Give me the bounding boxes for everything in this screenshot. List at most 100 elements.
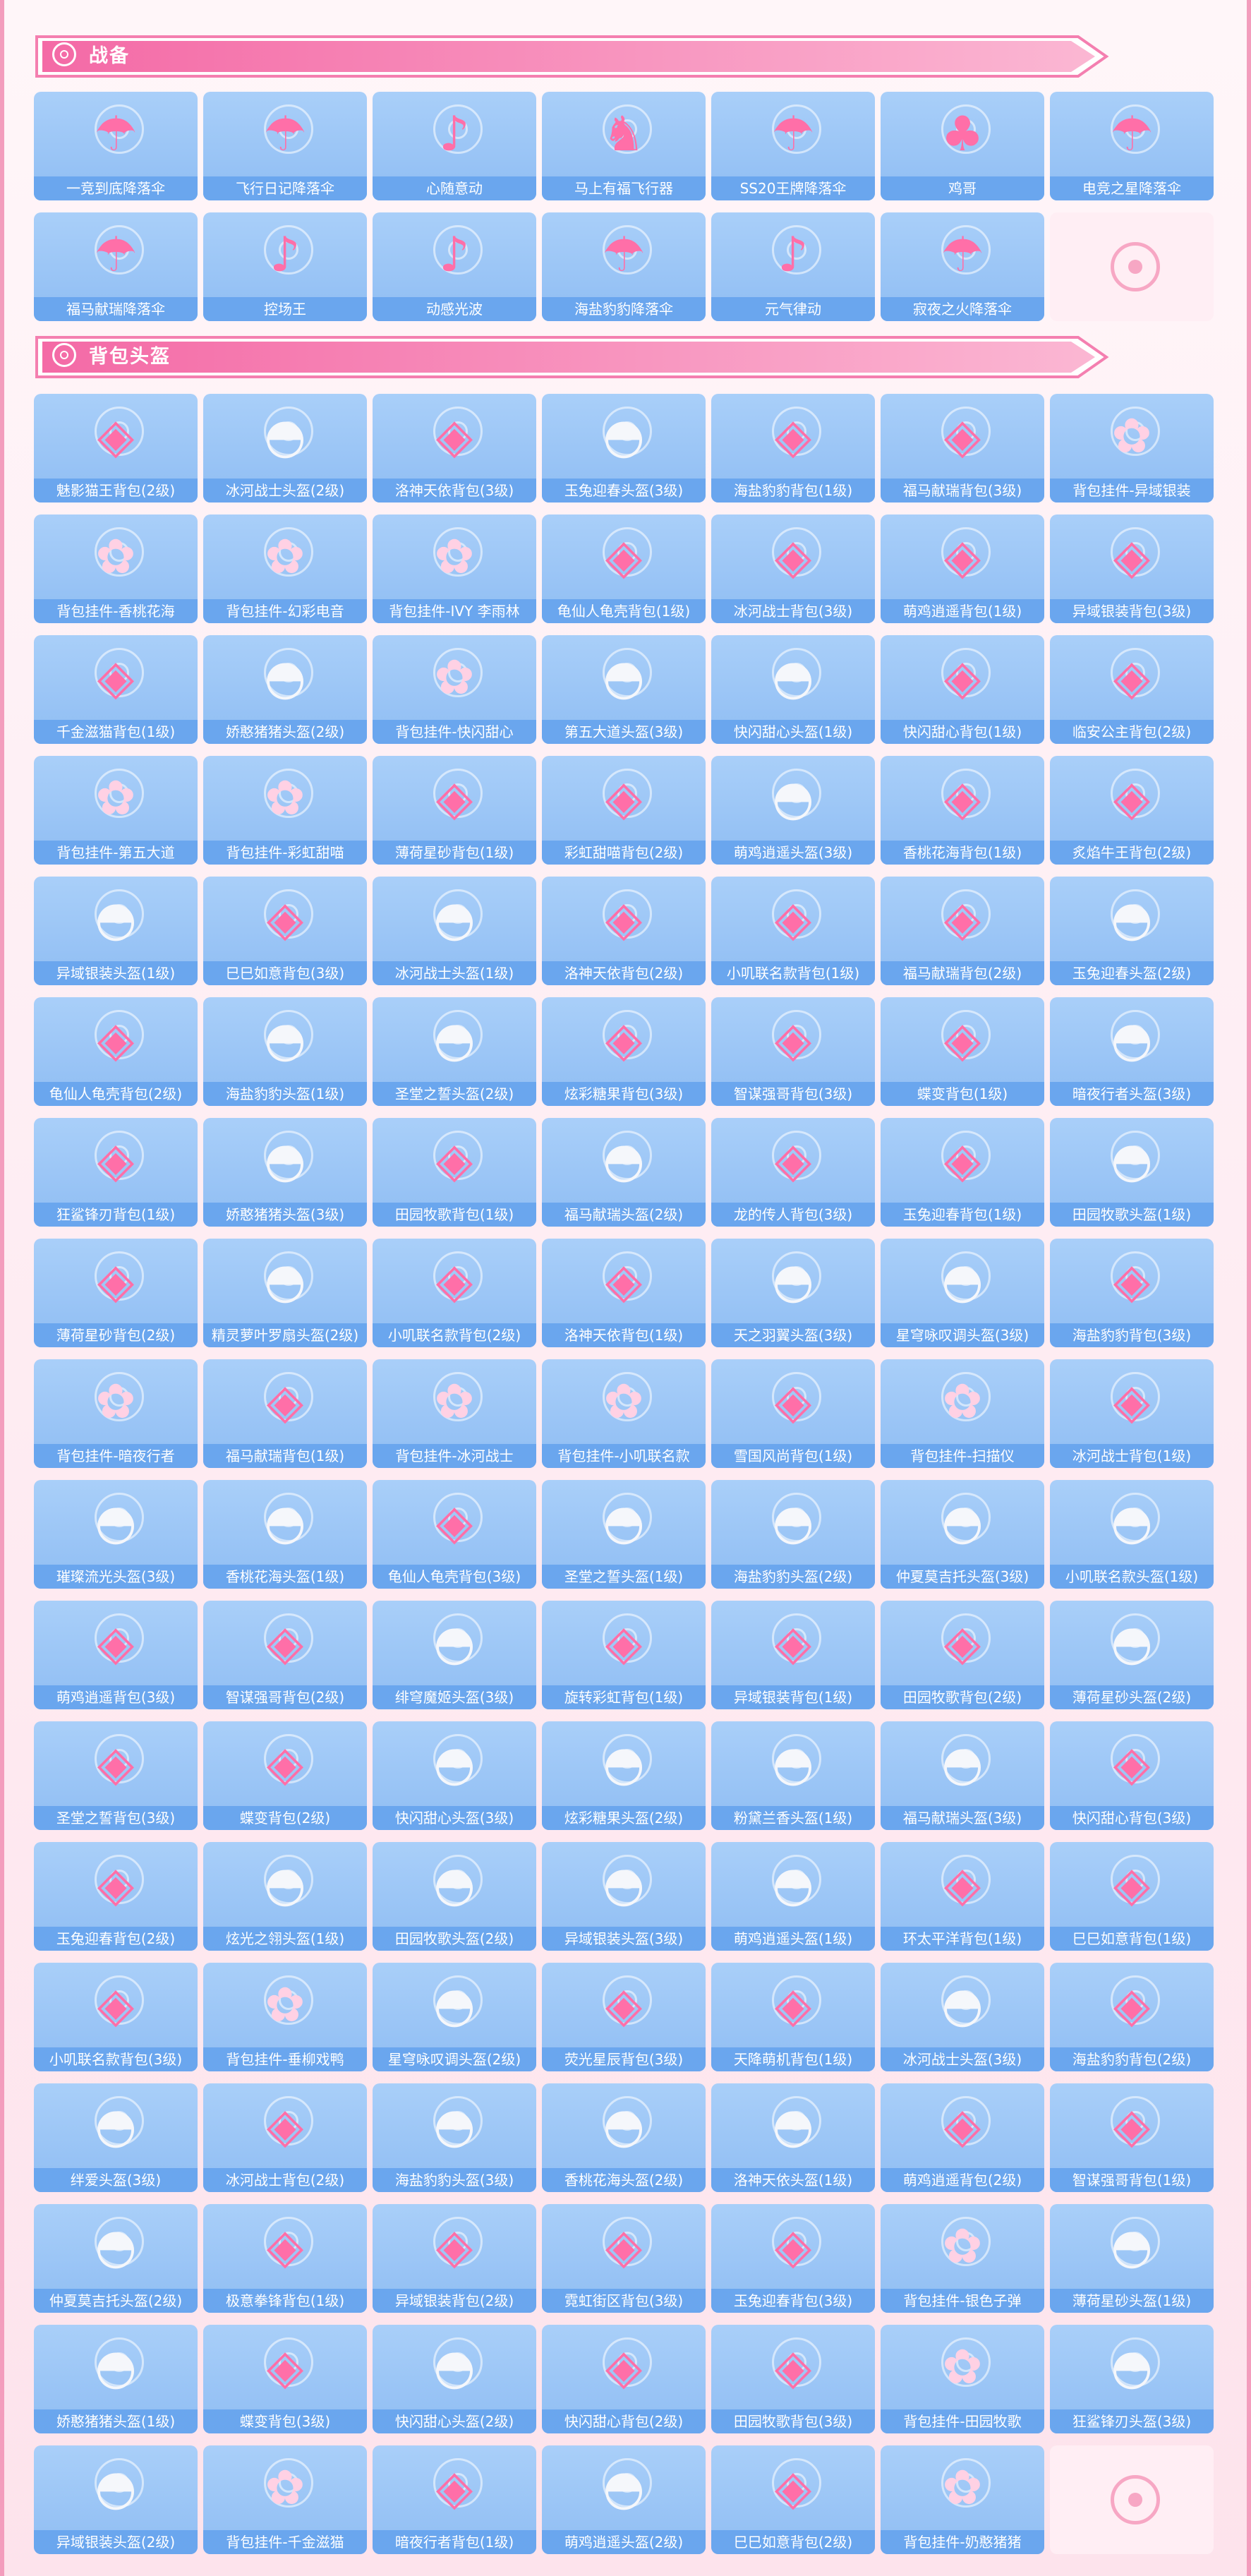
item-card[interactable]: ◈ 快闪甜心背包(1级) [881,635,1044,744]
item-card[interactable]: ◓ 仲夏莫吉托头盔(2级) [34,2204,198,2313]
item-card[interactable]: ◈ 龟仙人龟壳背包(1级) [542,514,706,623]
item-card[interactable]: ◈ 海盐豹豹背包(3级) [1050,1239,1214,1347]
item-card[interactable]: ◈ 巳巳如意背包(2级) [711,2445,875,2554]
item-card[interactable]: ☂ 寂夜之火降落伞 [881,212,1044,321]
item-card[interactable]: ◈ 智谋强哥背包(3级) [711,997,875,1106]
item-card[interactable]: ✿ 背包挂件-IVY 李雨林 [373,514,536,623]
item-card[interactable]: ☂ 电竞之星降落伞 [1050,92,1214,200]
item-card[interactable]: ◈ 萌鸡逍遥背包(2级) [881,2083,1044,2192]
item-card[interactable]: ◓ 香桃花海头盔(1级) [203,1480,367,1589]
item-card[interactable]: ✿ 背包挂件-快闪甜心 [373,635,536,744]
item-card[interactable]: ◈ 田园牧歌背包(3级) [711,2325,875,2433]
item-card[interactable]: ◓ 绊爱头盔(3级) [34,2083,198,2192]
item-card[interactable]: ◈ 香桃花海背包(1级) [881,756,1044,865]
item-card[interactable]: ◈ 福马献瑞背包(3级) [881,394,1044,502]
item-card[interactable]: ◈ 福马献瑞背包(2级) [881,877,1044,985]
item-card[interactable]: ◈ 极意拳锋背包(1级) [203,2204,367,2313]
item-card[interactable]: ◈ 洛神天依背包(1级) [542,1239,706,1347]
item-card[interactable]: ✿ 背包挂件-田园牧歌 [881,2325,1044,2433]
item-card[interactable]: ◓ 娇憨猪猪头盔(3级) [203,1118,367,1227]
item-card[interactable]: ✿ 背包挂件-冰河战士 [373,1359,536,1468]
item-card[interactable]: ◈ 小叽联名款背包(1级) [711,877,875,985]
item-card[interactable]: ◓ 小叽联名款头盔(1级) [1050,1480,1214,1589]
item-card[interactable]: ☂ 海盐豹豹降落伞 [542,212,706,321]
item-card[interactable]: ✿ 背包挂件-小叽联名款 [542,1359,706,1468]
item-card[interactable]: ◈ 田园牧歌背包(2级) [881,1601,1044,1709]
item-card[interactable]: ◈ 霓虹街区背包(3级) [542,2204,706,2313]
item-card[interactable]: ◓ 异域银装头盔(3级) [542,1842,706,1951]
item-card[interactable]: ◈ 临安公主背包(2级) [1050,635,1214,744]
item-card[interactable]: ◈ 荧光星辰背包(3级) [542,1963,706,2071]
item-card[interactable]: ♞ 马上有福飞行器 [542,92,706,200]
item-card[interactable]: ♪ 控场王 [203,212,367,321]
item-card[interactable]: ◈ 玉兔迎春背包(2级) [34,1842,198,1951]
item-card[interactable]: ◓ 娇憨猪猪头盔(1级) [34,2325,198,2433]
item-card[interactable]: ◓ 田园牧歌头盔(2级) [373,1842,536,1951]
item-card[interactable]: ◈ 龟仙人龟壳背包(3级) [373,1480,536,1589]
item-card[interactable]: ◈ 薄荷星砂背包(2级) [34,1239,198,1347]
item-card[interactable]: ◈ 异域银装背包(1级) [711,1601,875,1709]
item-card[interactable]: ◈ 冰河战士背包(2级) [203,2083,367,2192]
item-card[interactable]: ◈ 巳巳如意背包(3级) [203,877,367,985]
item-card[interactable]: ✿ 背包挂件-彩虹甜喵 [203,756,367,865]
item-card[interactable]: ◈ 蝶变背包(1级) [881,997,1044,1106]
item-card[interactable]: ◈ 千金滋猫背包(1级) [34,635,198,744]
item-card[interactable]: ◓ 田园牧歌头盔(1级) [1050,1118,1214,1227]
item-card[interactable]: ◈ 异域银装背包(2级) [373,2204,536,2313]
item-card[interactable]: ✿ 背包挂件-银色子弹 [881,2204,1044,2313]
item-card[interactable]: ◈ 小叽联名款背包(2级) [373,1239,536,1347]
item-card[interactable]: ◓ 暗夜行者头盔(3级) [1050,997,1214,1106]
item-card[interactable]: ◈ 环太平洋背包(1级) [881,1842,1044,1951]
item-card[interactable]: ◈ 快闪甜心背包(3级) [1050,1721,1214,1830]
item-card[interactable]: ◓ 圣堂之誓头盔(1级) [542,1480,706,1589]
item-card[interactable]: ✿ 背包挂件-第五大道 [34,756,198,865]
item-card[interactable]: ◓ 快闪甜心头盔(3级) [373,1721,536,1830]
item-card[interactable]: ◓ 萌鸡逍遥头盔(3级) [711,756,875,865]
item-card[interactable]: ◓ 圣堂之誓头盔(2级) [373,997,536,1106]
item-card[interactable]: ◓ 香桃花海头盔(2级) [542,2083,706,2192]
item-card[interactable]: ◈ 暗夜行者背包(1级) [373,2445,536,2554]
item-card[interactable]: ◓ 快闪甜心头盔(1级) [711,635,875,744]
item-card[interactable]: ◈ 玉兔迎春背包(1级) [881,1118,1044,1227]
item-card[interactable]: ◈ 智谋强哥背包(2级) [203,1601,367,1709]
item-card[interactable]: ✿ 背包挂件-奶憨猪猪 [881,2445,1044,2554]
item-card[interactable]: ◓ 星穹咏叹调头盔(3级) [881,1239,1044,1347]
item-card[interactable]: ◓ 玉兔迎春头盔(3级) [542,394,706,502]
item-card[interactable]: ◓ 海盐豹豹头盔(2级) [711,1480,875,1589]
item-card[interactable]: ◈ 蝶变背包(3级) [203,2325,367,2433]
item-card[interactable]: ✿ 背包挂件-异域银装 [1050,394,1214,502]
item-card[interactable]: ◓ 炫光之翎头盔(1级) [203,1842,367,1951]
item-card[interactable]: ◈ 炙焰牛王背包(2级) [1050,756,1214,865]
item-card[interactable]: ◈ 田园牧歌背包(1级) [373,1118,536,1227]
item-card[interactable]: ◓ 海盐豹豹头盔(1级) [203,997,367,1106]
item-card[interactable]: ◈ 圣堂之誓背包(3级) [34,1721,198,1830]
item-card[interactable]: ✿ 背包挂件-幻彩电音 [203,514,367,623]
item-card[interactable]: ◓ 冰河战士头盔(2级) [203,394,367,502]
item-card[interactable]: ◈ 龙的传人背包(3级) [711,1118,875,1227]
item-card[interactable]: ◈ 蝶变背包(2级) [203,1721,367,1830]
item-card[interactable]: ♣ 鸡哥 [881,92,1044,200]
item-card[interactable]: ☂ SS20王牌降落伞 [711,92,875,200]
item-card[interactable]: ◈ 天降萌机背包(1级) [711,1963,875,2071]
item-card[interactable]: ◈ 彩虹甜喵背包(2级) [542,756,706,865]
item-card[interactable]: ◓ 异域银装头盔(2级) [34,2445,198,2554]
item-card[interactable]: ◓ 快闪甜心头盔(2级) [373,2325,536,2433]
item-card[interactable]: ◈ 萌鸡逍遥背包(3级) [34,1601,198,1709]
item-card[interactable]: ◈ 玉兔迎春背包(3级) [711,2204,875,2313]
item-card[interactable]: ✿ 背包挂件-扫描仪 [881,1359,1044,1468]
item-card[interactable]: ♪ 心随意动 [373,92,536,200]
item-card[interactable]: ✿ 背包挂件-千金滋猫 [203,2445,367,2554]
item-card[interactable]: ◈ 萌鸡逍遥背包(1级) [881,514,1044,623]
item-card[interactable]: ◈ 薄荷星砂背包(1级) [373,756,536,865]
item-card[interactable]: ◈ 福马献瑞背包(1级) [203,1359,367,1468]
item-card[interactable]: ◈ 海盐豹豹背包(2级) [1050,1963,1214,2071]
item-card[interactable]: ◓ 冰河战士头盔(3级) [881,1963,1044,2071]
item-card[interactable]: ✿ 背包挂件-垂柳戏鸭 [203,1963,367,2071]
item-card[interactable]: ◓ 萌鸡逍遥头盔(1级) [711,1842,875,1951]
item-card[interactable]: ◓ 福马献瑞头盔(3级) [881,1721,1044,1830]
item-card[interactable]: ◓ 异域银装头盔(1级) [34,877,198,985]
item-card[interactable]: ◈ 炫彩糖果背包(3级) [542,997,706,1106]
item-card[interactable]: ◈ 智谋强哥背包(1级) [1050,2083,1214,2192]
item-card[interactable]: ◓ 冰河战士头盔(1级) [373,877,536,985]
item-card[interactable]: ◈ 洛神天依背包(2级) [542,877,706,985]
